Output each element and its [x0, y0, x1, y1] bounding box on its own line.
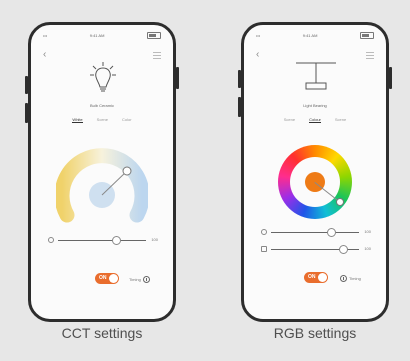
cct-signal-icon: •••	[43, 32, 48, 38]
rgb-device-name: Light Bearing	[303, 103, 327, 108]
brightness-icon	[48, 237, 54, 243]
clock-icon	[142, 276, 150, 283]
pendant-lamp-icon	[296, 62, 336, 90]
rgb-menu-icon[interactable]	[366, 52, 374, 59]
rgb-slider2-end-label: 100	[364, 246, 371, 251]
rgb-tab-scene-2[interactable]: Scene	[335, 117, 346, 123]
cct-battery-icon	[146, 31, 161, 39]
cct-slider-thumb[interactable]	[112, 236, 122, 245]
cct-wheel-knob[interactable]	[122, 166, 132, 176]
cct-menu-icon[interactable]	[153, 52, 161, 59]
rgb-status-bar: ••• 9:41 AM	[256, 31, 374, 39]
cct-slider-track[interactable]	[58, 240, 146, 241]
cct-phone-side-button-1	[25, 76, 28, 94]
rgb-slider1-end-label: 100	[364, 229, 371, 234]
cct-tab-scene[interactable]: Scene	[97, 117, 108, 123]
saturation-icon	[261, 246, 267, 252]
rgb-tab-colour[interactable]: Colour	[309, 117, 321, 123]
rgb-tab-scene[interactable]: Scene	[284, 117, 295, 123]
rgb-phone-side-button-1	[238, 70, 241, 88]
rgb-timer-label: Timing	[349, 276, 361, 281]
cct-tabs: White Scene Color	[31, 117, 173, 123]
rgb-back-icon[interactable]: ‹	[256, 49, 259, 60]
rgb-slider1-track[interactable]	[271, 232, 359, 233]
rgb-time: 9:41 AM	[302, 32, 318, 38]
rgb-signal-icon: •••	[256, 32, 261, 38]
rgb-phone: ••• 9:41 AM ‹ Light Bearing Scene Colour…	[241, 22, 389, 322]
rgb-color-wheel[interactable]	[278, 145, 352, 219]
cct-timer[interactable]: Timing	[129, 276, 150, 283]
rgb-power-toggle[interactable]: ON	[304, 272, 328, 283]
rgb-toggle-label: ON	[308, 274, 316, 280]
rgb-brightness-slider[interactable]: 100	[261, 228, 371, 237]
cct-color-wheel[interactable]	[56, 140, 148, 232]
cct-tab-color[interactable]: Color	[122, 117, 132, 123]
cct-status-bar: ••• 9:41 AM	[43, 31, 161, 39]
rgb-tabs: Scene Colour Scene	[244, 117, 386, 123]
rgb-timer[interactable]: Timing	[340, 275, 361, 282]
cct-tab-white[interactable]: White	[72, 117, 83, 123]
cct-brightness-slider[interactable]: 100	[48, 236, 158, 245]
rgb-slider2-thumb[interactable]	[338, 245, 348, 254]
brightness-icon	[261, 229, 267, 235]
clock-icon	[340, 275, 347, 282]
cct-power-toggle[interactable]: ON	[95, 273, 119, 284]
rgb-saturation-slider[interactable]: 100	[261, 245, 371, 254]
rgb-phone-side-button-2	[238, 97, 241, 117]
cct-phone-side-button-3	[176, 67, 179, 89]
cct-back-icon[interactable]: ‹	[43, 49, 46, 60]
rgb-toggle-knob	[318, 273, 327, 282]
cct-caption: CCT settings	[61, 325, 143, 341]
cct-toggle-knob	[109, 274, 118, 283]
rgb-slider1-thumb[interactable]	[327, 228, 337, 237]
rgb-battery-icon	[359, 31, 374, 39]
bulb-icon	[90, 62, 116, 92]
cct-phone-side-button-2	[25, 103, 28, 123]
cct-slider-end-label: 100	[151, 237, 158, 242]
rgb-phone-side-button-3	[389, 67, 392, 89]
cct-time: 9:41 AM	[89, 32, 105, 38]
rgb-wheel-needle	[314, 182, 339, 202]
cct-toggle-label: ON	[99, 275, 107, 281]
cct-device-name: Bulb Ceramic	[89, 103, 114, 108]
rgb-wheel-knob[interactable]	[336, 198, 344, 206]
cct-timer-label: Timing	[129, 277, 141, 282]
cct-phone: ••• 9:41 AM ‹ Bulb Ceramic White Scene C…	[28, 22, 176, 322]
rgb-caption: RGB settings	[273, 325, 357, 341]
